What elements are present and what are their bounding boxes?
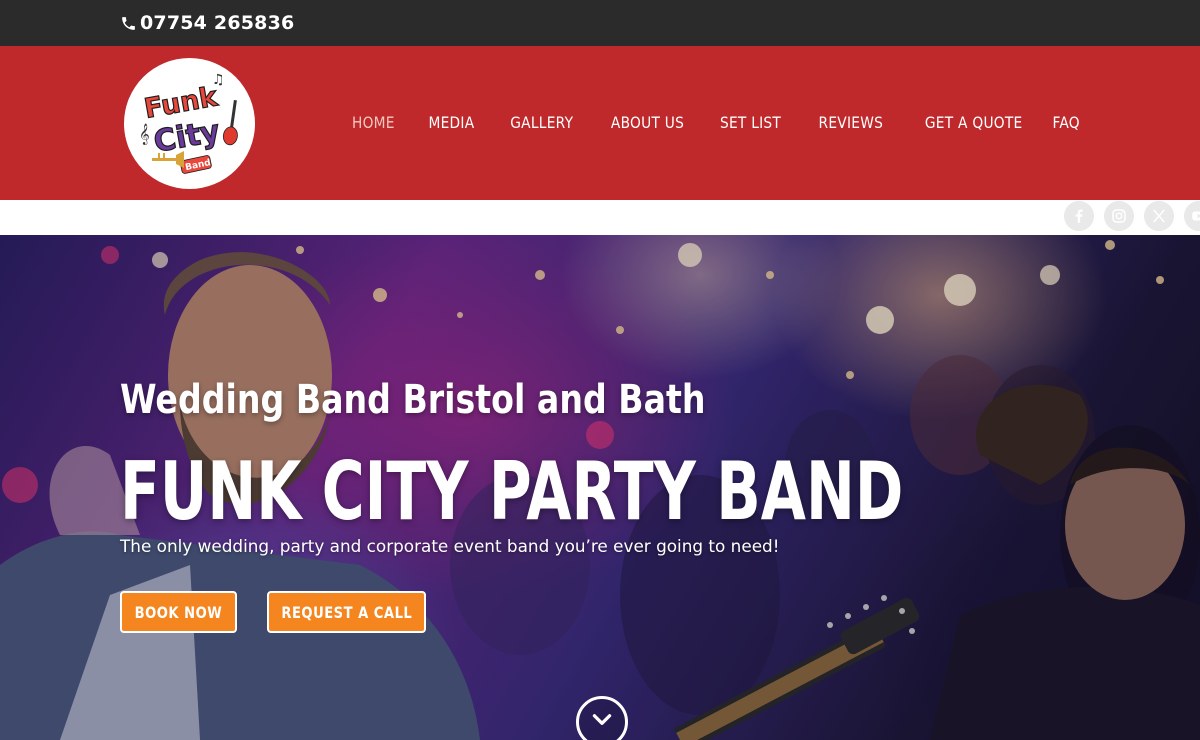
nav-gallery[interactable]: GALLERY	[510, 113, 573, 132]
phone-icon	[122, 16, 135, 30]
request-a-call-button[interactable]: REQUEST A CALL	[267, 591, 426, 633]
facebook-icon	[1075, 209, 1083, 223]
nav-home[interactable]: HOME	[352, 113, 395, 132]
chevron-down-icon	[592, 714, 612, 725]
main-nav: HOME MEDIA GALLERY ABOUT US SET LIST REV…	[345, 113, 1080, 132]
instagram-link[interactable]	[1104, 201, 1134, 231]
nav-reviews[interactable]: REVIEWS	[818, 113, 883, 132]
phone-number-link[interactable]: 07754 265836	[120, 12, 294, 34]
phone-number-text: 07754 265836	[140, 12, 295, 34]
site-logo[interactable]: ♫ Funk City Band 𝄞	[124, 58, 255, 189]
x-icon	[1153, 209, 1165, 223]
instagram-icon	[1112, 209, 1126, 223]
social-bar	[0, 200, 1200, 235]
site-header: ♫ Funk City Band 𝄞 HOME MEDIA GALLERY AB…	[0, 46, 1200, 200]
social-links	[1064, 201, 1200, 231]
facebook-link[interactable]	[1064, 201, 1094, 231]
hero-title: FUNK CITY PARTY BAND	[120, 445, 904, 538]
request-a-call-label: REQUEST A CALL	[281, 602, 412, 622]
svg-text:𝄞: 𝄞	[139, 124, 150, 145]
hero-subtitle: Wedding Band Bristol and Bath	[120, 377, 706, 423]
nav-faq[interactable]: FAQ	[1053, 113, 1080, 132]
hero-tagline: The only wedding, party and corporate ev…	[120, 537, 780, 557]
book-now-label: BOOK NOW	[134, 602, 223, 622]
nav-get-a-quote[interactable]: GET A QUOTE	[924, 113, 1022, 132]
youtube-icon	[1192, 211, 1200, 221]
x-link[interactable]	[1144, 201, 1174, 231]
funk-city-band-logo: ♫ Funk City Band 𝄞	[139, 72, 238, 174]
hero-section: Wedding Band Bristol and Bath FUNK CITY …	[0, 235, 1200, 740]
scroll-down-button[interactable]	[576, 696, 628, 740]
nav-about-us[interactable]: ABOUT US	[611, 113, 684, 132]
top-bar: 07754 265836	[0, 0, 1200, 46]
youtube-link[interactable]	[1184, 201, 1200, 231]
nav-media[interactable]: MEDIA	[428, 113, 474, 132]
book-now-button[interactable]: BOOK NOW	[120, 591, 237, 633]
nav-set-list[interactable]: SET LIST	[720, 113, 781, 132]
